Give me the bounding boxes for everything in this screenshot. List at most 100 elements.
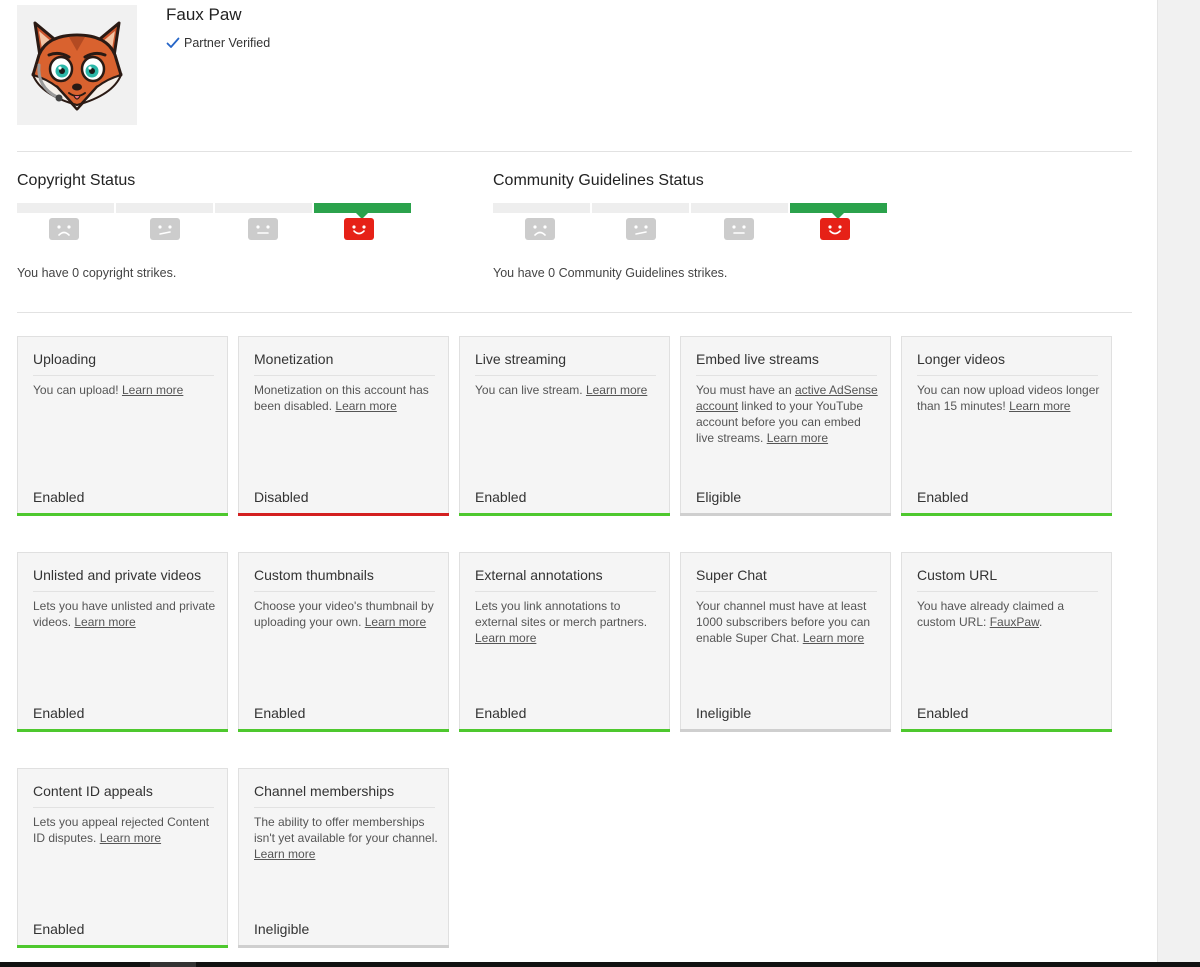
status-indicator-bar [238,945,449,948]
learn-more-link[interactable]: Learn more [74,615,135,629]
feature-title: Embed live streams [696,351,877,376]
community-guidelines-status: Community Guidelines Status You have 0 C… [493,170,893,280]
strike-segment-1 [215,203,312,213]
feature-description: Lets you appeal rejected Content ID disp… [33,814,219,846]
feature-description: Lets you have unlisted and private video… [33,598,219,630]
feature-title: Custom thumbnails [254,567,435,592]
learn-more-link[interactable]: Learn more [335,399,396,413]
strike-segment-0-active [314,203,411,219]
copyright-status-title: Copyright Status [17,172,136,189]
learn-more-link[interactable]: Learn more [254,847,315,861]
feature-title: Live streaming [475,351,656,376]
sad-face-icon [525,218,555,240]
feature-status: Ineligible [254,921,310,937]
feature-status: Enabled [475,705,527,721]
happy-face-icon [344,218,374,240]
status-indicator-bar [901,513,1112,516]
strike-segment-2 [116,203,213,213]
learn-more-link[interactable]: Learn more [475,631,536,645]
feature-card: Monetization Monetization on this account… [238,336,449,516]
feature-card: Embed live streams You must have an activ… [680,336,891,516]
feature-card: Unlisted and private videos Lets you have… [17,552,228,732]
checkmark-icon [166,37,180,48]
description-text: You can live stream. [475,383,586,397]
status-indicator-bar [238,513,449,516]
learn-more-link[interactable]: Learn more [767,431,828,445]
channel-name[interactable]: Faux Paw [166,5,242,25]
status-indicator-bar [680,513,891,516]
status-indicator-bar [17,945,228,948]
feature-card: Channel memberships The ability to offer … [238,768,449,948]
feature-description: You can upload! Learn more [33,382,219,398]
feature-status: Enabled [917,705,969,721]
status-indicator-bar [17,729,228,732]
learn-more-link[interactable]: Learn more [586,383,647,397]
feature-title: Longer videos [917,351,1098,376]
feature-title: Channel memberships [254,783,435,808]
status-indicator-bar [680,729,891,732]
feature-description: Lets you link annotations to external si… [475,598,661,646]
uneasy-face-icon [626,218,656,240]
description-text: Lets you link annotations to external si… [475,599,648,629]
description-text: You can upload! [33,383,122,397]
feature-card: Longer videos You can now upload videos l… [901,336,1112,516]
learn-more-link[interactable]: Learn more [100,831,161,845]
description-text: The ability to offer memberships isn't y… [254,815,438,845]
copyright-strike-meter [17,203,417,240]
feature-card: External annotations Lets you link annota… [459,552,670,732]
description-text: You must have an [696,383,795,397]
community-status-title: Community Guidelines Status [493,172,704,189]
feature-status: Enabled [33,705,85,721]
strike-segment-1 [691,203,788,213]
feature-title: Content ID appeals [33,783,214,808]
page-scroll-gutter [1157,0,1200,967]
feature-title: Monetization [254,351,435,376]
status-indicator-bar [459,513,670,516]
status-indicator-bar [901,729,1112,732]
feature-card: Custom thumbnails Choose your video's thu… [238,552,449,732]
strike-segment-0-active [790,203,887,219]
feature-card: Super Chat Your channel must have at leas… [680,552,891,732]
feature-description: Monetization on this account has been di… [254,382,440,414]
feature-description: The ability to offer memberships isn't y… [254,814,440,862]
status-indicator-bar [238,729,449,732]
partner-verified-badge: Partner Verified [166,36,270,50]
feature-title: Uploading [33,351,214,376]
feature-description: You have already claimed a custom URL: F… [917,598,1103,630]
learn-more-link[interactable]: Learn more [365,615,426,629]
channel-avatar[interactable] [17,5,137,125]
community-strike-meter [493,203,893,240]
uneasy-face-icon [150,218,180,240]
feature-status: Enabled [254,705,306,721]
strike-segment-2 [592,203,689,213]
learn-more-link[interactable]: Learn more [122,383,183,397]
feature-title: Unlisted and private videos [33,567,214,592]
feature-description: You can now upload videos longer than 15… [917,382,1103,414]
status-indicator-bar [459,729,670,732]
feature-card: Uploading You can upload! Learn more Enabl… [17,336,228,516]
feature-description: You can live stream. Learn more [475,382,661,398]
community-strike-text: You have 0 Community Guidelines strikes. [493,266,728,280]
feature-title: Super Chat [696,567,877,592]
description-text: . [1039,615,1043,629]
neutral-face-icon [248,218,278,240]
fox-avatar-icon [31,21,123,111]
copyright-strike-text: You have 0 copyright strikes. [17,266,177,280]
strike-segment-3 [17,203,114,213]
feature-status: Ineligible [696,705,752,721]
feature-status: Enabled [33,489,85,505]
learn-more-link[interactable]: Learn more [803,631,864,645]
feature-card: Content ID appeals Lets you appeal reject… [17,768,228,948]
learn-more-link[interactable]: FauxPaw [990,615,1039,629]
header-divider [17,151,1132,152]
happy-face-icon [820,218,850,240]
learn-more-link[interactable]: Learn more [1009,399,1070,413]
strike-segment-3 [493,203,590,213]
feature-description: Your channel must have at least 1000 sub… [696,598,882,646]
copyright-status: Copyright Status You have 0 copyright st… [17,170,417,280]
feature-status: Eligible [696,489,742,505]
status-divider [17,312,1132,313]
feature-card: Custom URL You have already claimed a cus… [901,552,1112,732]
feature-title: Custom URL [917,567,1098,592]
feature-status: Enabled [33,921,85,937]
